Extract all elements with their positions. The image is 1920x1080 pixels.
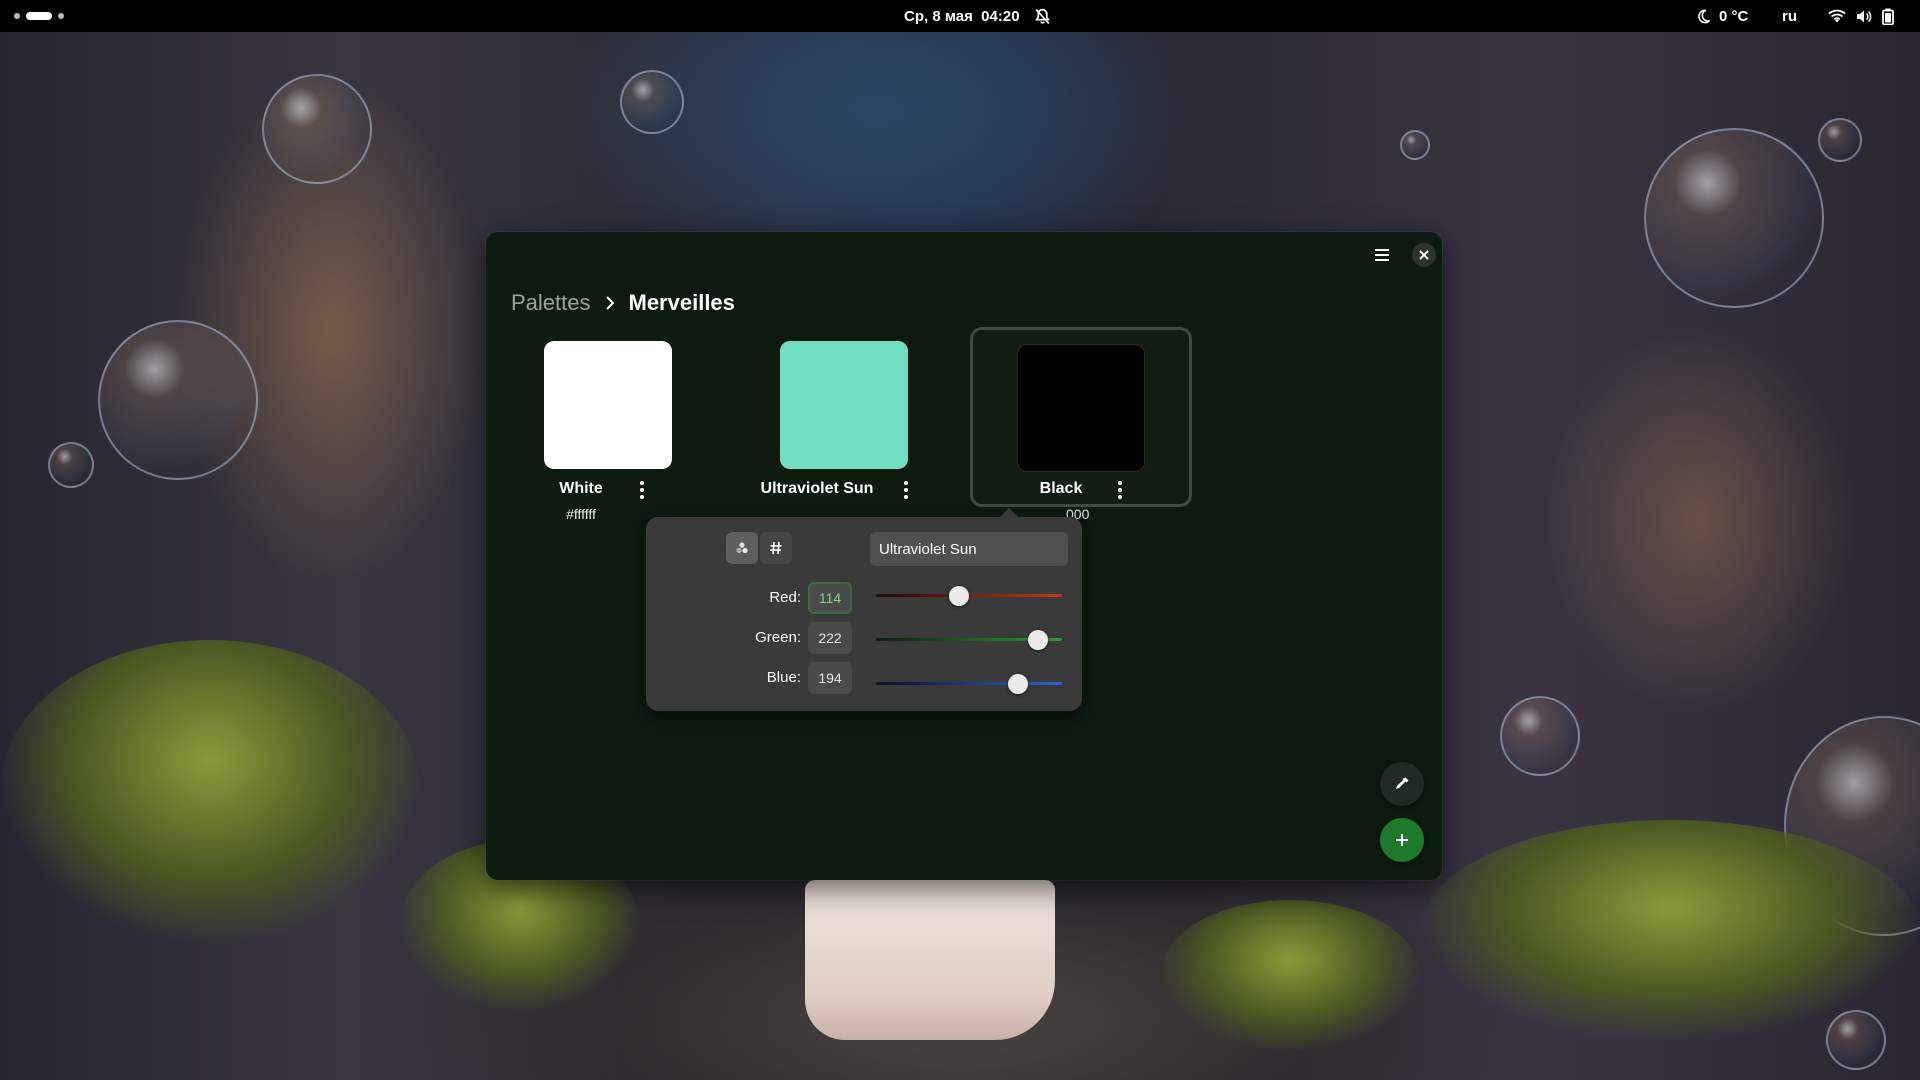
more-dot [640, 481, 644, 485]
workspace-indicator[interactable] [14, 0, 64, 32]
workspace-dot-active[interactable] [26, 12, 52, 20]
color-menu-button[interactable] [898, 478, 914, 502]
wallpaper-plant [1420, 820, 1920, 1040]
weather-indicator[interactable]: 0 °C [1696, 0, 1748, 32]
color-menu-button[interactable] [634, 478, 650, 502]
red-value-input[interactable] [808, 582, 852, 614]
more-dot [1118, 481, 1122, 485]
pick-color-button[interactable] [1380, 762, 1424, 806]
blue-label: Blue: [766, 669, 801, 686]
wallpaper-bubble [1400, 130, 1430, 160]
more-dot [904, 495, 908, 499]
breadcrumb-current-palette: Merveilles [628, 290, 735, 315]
color-swatch[interactable] [780, 341, 908, 469]
color-menu-button[interactable] [1112, 478, 1128, 502]
color-card-white[interactable]: White #ffffff [486, 328, 708, 522]
color-hex: #ffffff [566, 506, 596, 522]
more-dot [640, 488, 644, 492]
notifications-off-icon [1034, 8, 1051, 25]
blue-slider[interactable] [876, 674, 1062, 694]
more-dot [904, 488, 908, 492]
close-window-button[interactable] [1412, 243, 1436, 267]
wallpaper-plant [1160, 900, 1420, 1050]
breadcrumb-palettes-link[interactable]: Palettes [511, 290, 591, 316]
red-slider-knob[interactable] [949, 586, 970, 606]
hamburger-menu-icon [1374, 248, 1390, 262]
clock[interactable]: Ср, 8 мая 04:20 [904, 0, 1051, 32]
hash-icon [769, 541, 783, 555]
main-menu-button[interactable] [1368, 241, 1396, 269]
wallpaper-bubble [1644, 128, 1824, 308]
color-swatch[interactable] [1017, 344, 1145, 472]
wallpaper-bubble [48, 442, 94, 488]
wallpaper-plant [0, 640, 420, 940]
keyboard-layout-label: ru [1782, 7, 1797, 25]
color-wheel-icon [735, 541, 749, 555]
green-slider-knob[interactable] [1028, 630, 1048, 650]
blue-slider-knob[interactable] [1007, 674, 1028, 694]
color-card-black[interactable]: Black 000 [970, 327, 1192, 522]
wallpaper-bubble [262, 74, 372, 184]
breadcrumb: Palettes Merveilles [511, 286, 735, 320]
keyboard-layout-indicator[interactable]: ru [1782, 0, 1797, 32]
color-name-input[interactable] [870, 532, 1068, 566]
wifi-icon [1828, 9, 1846, 24]
workspace-dot[interactable] [58, 13, 64, 19]
wallpaper-bubble [98, 320, 258, 480]
chevron-right-icon [605, 295, 615, 311]
color-swatch[interactable] [544, 341, 672, 469]
plus-icon [1394, 832, 1410, 848]
wallpaper-bubble [620, 70, 684, 134]
battery-icon [1882, 8, 1894, 25]
workspace-dot[interactable] [14, 13, 20, 19]
night-mode-icon [1696, 9, 1711, 24]
top-bar: Ср, 8 мая 04:20 0 °C ru [0, 0, 1920, 32]
green-label: Green: [755, 629, 801, 646]
red-label: Red: [769, 589, 801, 606]
system-status-area[interactable] [1828, 0, 1894, 32]
more-dot [904, 481, 908, 485]
more-dot [1118, 495, 1122, 499]
wallpaper-bubble [1818, 118, 1862, 162]
wallpaper-bubble [1500, 696, 1580, 776]
more-dot [1118, 488, 1122, 492]
popover-arrow [999, 508, 1019, 518]
close-icon [1419, 250, 1429, 260]
clock-label: Ср, 8 мая 04:20 [904, 7, 1020, 25]
green-slider[interactable] [876, 630, 1062, 650]
color-editor-popover: Red: Green: Blue: [646, 508, 1082, 711]
add-color-button[interactable] [1380, 818, 1424, 862]
color-card-ultraviolet-sun[interactable]: Ultraviolet Sun [722, 328, 944, 508]
color-wheel-mode-button[interactable] [726, 532, 758, 564]
hex-mode-button[interactable] [760, 532, 792, 564]
weather-temperature: 0 °C [1719, 7, 1749, 25]
color-picker-icon [1394, 776, 1410, 792]
red-slider[interactable] [876, 586, 1062, 606]
blue-value-input[interactable] [808, 662, 852, 694]
volume-icon [1856, 9, 1872, 24]
green-value-input[interactable] [808, 622, 852, 654]
blue-slider-track [876, 682, 1062, 685]
wallpaper-figure [805, 880, 1055, 1040]
app-window: Palettes Merveilles White #ffffff Ultrav… [486, 232, 1442, 880]
more-dot [640, 495, 644, 499]
